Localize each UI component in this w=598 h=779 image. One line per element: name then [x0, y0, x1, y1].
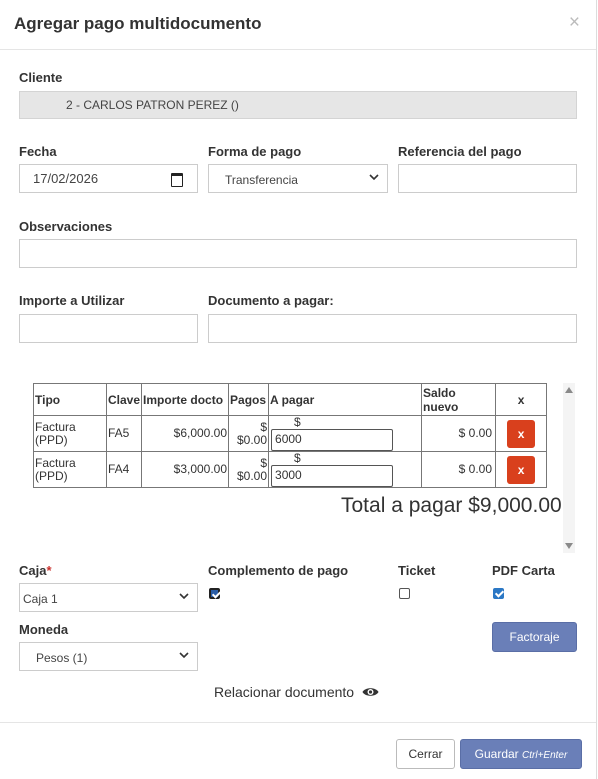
- required-marker: *: [46, 563, 52, 578]
- guardar-label: Guardar: [474, 747, 519, 761]
- complemento-label: Complemento de pago: [208, 563, 349, 578]
- forma-pago-label: Forma de pago: [208, 144, 302, 159]
- caja-select[interactable]: Caja 1: [19, 583, 198, 612]
- chevron-down-icon: [369, 172, 379, 184]
- col-importe: Importe docto: [141, 383, 230, 416]
- remove-row-button[interactable]: x: [507, 455, 536, 484]
- remove-row-button[interactable]: x: [507, 419, 536, 448]
- forma-pago-value: Transferencia: [225, 173, 298, 187]
- scroll-up-icon[interactable]: [565, 387, 573, 393]
- moneda-select[interactable]: Pesos (1): [19, 642, 198, 671]
- cell-importe: $3,000.00: [141, 451, 230, 488]
- cell-remove: x: [495, 415, 548, 452]
- col-saldo: Saldo nuevo: [421, 383, 497, 416]
- close-icon[interactable]: ×: [569, 12, 580, 34]
- col-pagos: Pagos: [228, 383, 270, 416]
- caja-label: Caja*: [19, 563, 52, 578]
- ticket-label: Ticket: [398, 563, 436, 578]
- cell-tipo: Factura (PPD): [33, 415, 107, 452]
- cliente-value: 2 - CARLOS PATRON PEREZ (): [66, 98, 239, 112]
- chevron-down-icon: [179, 591, 189, 603]
- col-apagar: A pagar: [268, 383, 423, 416]
- importe-input[interactable]: [19, 314, 198, 343]
- complemento-checkbox[interactable]: [209, 588, 220, 599]
- col-tipo: Tipo: [33, 383, 107, 416]
- moneda-value: Pesos (1): [36, 651, 88, 665]
- ticket-checkbox[interactable]: [399, 588, 410, 599]
- cell-saldo: $ 0.00: [421, 451, 497, 488]
- currency-symbol: $: [294, 451, 301, 465]
- table-row: Factura (PPD) FA4 $3,000.00 $ $0.00 $300…: [33, 451, 548, 488]
- documento-input[interactable]: [208, 314, 577, 343]
- currency-symbol: $: [294, 415, 301, 429]
- col-remove: x: [495, 383, 548, 416]
- fecha-input[interactable]: 17/02/2026: [19, 164, 198, 193]
- forma-pago-select[interactable]: Transferencia: [208, 164, 388, 193]
- pdf-carta-checkbox[interactable]: [493, 588, 504, 599]
- factoraje-button[interactable]: Factoraje: [492, 622, 577, 652]
- cell-pagos: $ $0.00: [228, 415, 270, 452]
- relacionar-label: Relacionar documento: [214, 684, 355, 700]
- cerrar-button[interactable]: Cerrar: [396, 739, 455, 769]
- modal-header: Agregar pago multidocumento ×: [0, 0, 596, 50]
- cell-saldo: $ 0.00: [421, 415, 497, 452]
- scroll-down-icon[interactable]: [565, 543, 573, 549]
- cell-tipo: Factura (PPD): [33, 451, 107, 488]
- caja-label-text: Caja: [19, 563, 47, 578]
- caja-value: Caja 1: [23, 592, 58, 606]
- observaciones-label: Observaciones: [19, 219, 113, 234]
- footer-divider: [0, 722, 596, 723]
- eye-icon[interactable]: [362, 685, 379, 701]
- referencia-label: Referencia del pago: [398, 144, 522, 159]
- cell-importe: $6,000.00: [141, 415, 230, 452]
- total-a-pagar: Total a pagar $9,000.00: [341, 494, 562, 517]
- guardar-shortcut: Ctrl+Enter: [522, 750, 568, 761]
- cliente-field: 2 - CARLOS PATRON PEREZ (): [19, 91, 577, 119]
- calendar-icon[interactable]: [171, 173, 183, 187]
- table-row: Factura (PPD) FA5 $6,000.00 $ $0.00 $600…: [33, 415, 548, 452]
- cell-apagar: $6000: [268, 415, 423, 452]
- pdf-carta-label: PDF Carta: [492, 563, 555, 578]
- observaciones-input[interactable]: [19, 239, 577, 268]
- guardar-button[interactable]: Guardar Ctrl+Enter: [460, 739, 582, 769]
- documento-label: Documento a pagar:: [208, 293, 334, 308]
- cell-clave: FA4: [105, 451, 143, 488]
- apagar-input[interactable]: 6000: [271, 429, 394, 451]
- payment-modal: Agregar pago multidocumento × Cliente 2 …: [0, 0, 597, 779]
- cell-remove: x: [495, 451, 548, 488]
- cell-clave: FA5: [105, 415, 143, 452]
- table-scrollbar[interactable]: [563, 383, 575, 553]
- documents-table: Tipo Clave Importe docto Pagos A pagar S…: [33, 383, 548, 488]
- chevron-down-icon: [179, 650, 189, 662]
- apagar-input[interactable]: 3000: [271, 465, 394, 487]
- fecha-value: 17/02/2026: [33, 171, 99, 186]
- cell-apagar: $3000: [268, 451, 423, 488]
- importe-label: Importe a Utilizar: [19, 293, 125, 308]
- modal-title: Agregar pago multidocumento: [14, 14, 262, 33]
- fecha-label: Fecha: [19, 144, 57, 159]
- col-clave: Clave: [105, 383, 143, 416]
- referencia-input[interactable]: [398, 164, 577, 193]
- relacionar-documento-link[interactable]: Relacionar documento: [214, 684, 379, 701]
- cliente-label: Cliente: [19, 70, 63, 85]
- table-header-row: Tipo Clave Importe docto Pagos A pagar S…: [33, 383, 548, 416]
- moneda-label: Moneda: [19, 622, 69, 637]
- cell-pagos: $ $0.00: [228, 451, 270, 488]
